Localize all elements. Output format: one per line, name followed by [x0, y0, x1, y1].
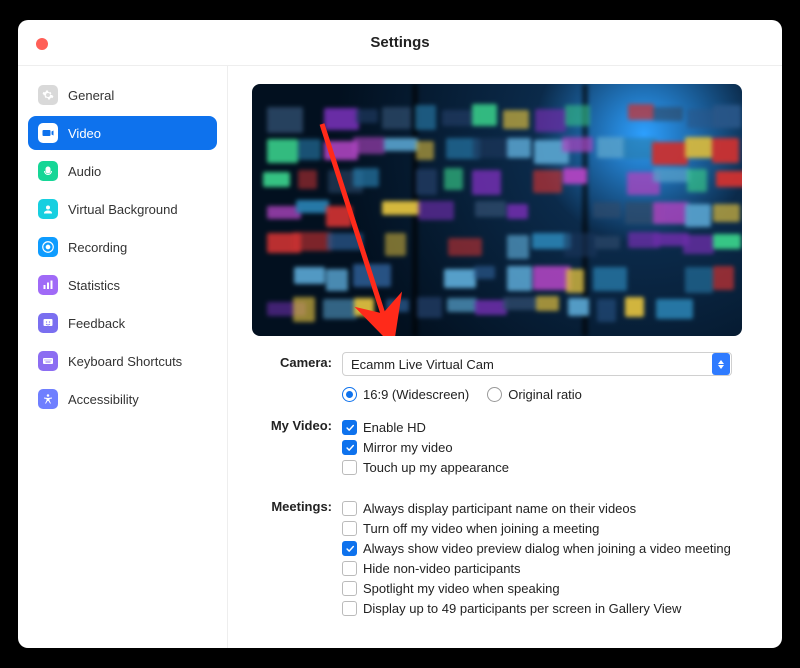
meetings-row: Meetings: Always display participant nam…	[252, 496, 758, 621]
camera-select[interactable]: Ecamm Live Virtual Cam	[342, 352, 732, 376]
option-label: Turn off my video when joining a meeting	[363, 521, 599, 536]
checkbox-icon	[342, 420, 357, 435]
sidebar-item-video[interactable]: Video	[28, 116, 217, 150]
option-label: Touch up my appearance	[363, 460, 509, 475]
gear-icon	[38, 85, 58, 105]
feedback-icon	[38, 313, 58, 333]
recording-icon	[38, 237, 58, 257]
sidebar-item-keyboard[interactable]: Keyboard Shortcuts	[28, 344, 217, 378]
checkbox-icon	[342, 460, 357, 475]
meetings-option-0[interactable]: Always display participant name on their…	[342, 501, 758, 516]
checkbox-icon	[342, 541, 357, 556]
option-label: Enable HD	[363, 420, 426, 435]
accessibility-icon	[38, 389, 58, 409]
checkbox-icon	[342, 581, 357, 596]
checkbox-icon	[342, 561, 357, 576]
meetings-option-4[interactable]: Spotlight my video when speaking	[342, 581, 758, 596]
meetings-option-1[interactable]: Turn off my video when joining a meeting	[342, 521, 758, 536]
checkbox-icon	[342, 440, 357, 455]
sidebar: General Video Audio Virtual Background Recor…	[18, 66, 228, 648]
sidebar-item-label: Keyboard Shortcuts	[68, 354, 182, 369]
sidebar-item-accessibility[interactable]: Accessibility	[28, 382, 217, 416]
checkbox-icon	[342, 501, 357, 516]
my-video-label: My Video:	[252, 415, 342, 433]
radio-icon	[487, 387, 502, 402]
sidebar-item-label: Statistics	[68, 278, 120, 293]
select-arrows-icon	[712, 353, 730, 375]
virtual-bg-icon	[38, 199, 58, 219]
sidebar-item-audio[interactable]: Audio	[28, 154, 217, 188]
my-video-row: My Video: Enable HD Mirror my video Touch …	[252, 415, 758, 480]
checkbox-icon	[342, 601, 357, 616]
meetings-option-2[interactable]: Always show video preview dialog when jo…	[342, 541, 758, 556]
camera-row: Camera: Ecamm Live Virtual Cam 16:9 (Wid…	[252, 352, 758, 409]
option-label: Always show video preview dialog when jo…	[363, 541, 731, 556]
meetings-option-3[interactable]: Hide non-video participants	[342, 561, 758, 576]
close-window-button[interactable]	[36, 38, 48, 50]
keyboard-icon	[38, 351, 58, 371]
ratio-widescreen-label: 16:9 (Widescreen)	[363, 387, 469, 402]
myvideo-option-0[interactable]: Enable HD	[342, 420, 758, 435]
camera-select-value: Ecamm Live Virtual Cam	[351, 357, 494, 372]
ratio-widescreen-radio[interactable]: 16:9 (Widescreen)	[342, 387, 469, 402]
sidebar-item-label: Feedback	[68, 316, 125, 331]
sidebar-item-gear[interactable]: General	[28, 78, 217, 112]
ratio-original-label: Original ratio	[508, 387, 582, 402]
settings-window: Settings General Video Audio Virtual Backgr…	[18, 20, 782, 648]
window-title: Settings	[370, 34, 429, 51]
audio-icon	[38, 161, 58, 181]
titlebar: Settings	[18, 20, 782, 66]
meetings-label: Meetings:	[252, 496, 342, 514]
sidebar-item-label: Accessibility	[68, 392, 139, 407]
option-label: Mirror my video	[363, 440, 453, 455]
sidebar-item-virtual-bg[interactable]: Virtual Background	[28, 192, 217, 226]
checkbox-icon	[342, 521, 357, 536]
myvideo-option-2[interactable]: Touch up my appearance	[342, 460, 758, 475]
myvideo-option-1[interactable]: Mirror my video	[342, 440, 758, 455]
window-body: General Video Audio Virtual Background Recor…	[18, 66, 782, 648]
option-label: Hide non-video participants	[363, 561, 521, 576]
sidebar-item-recording[interactable]: Recording	[28, 230, 217, 264]
content-panel: Camera: Ecamm Live Virtual Cam 16:9 (Wid…	[228, 66, 782, 648]
sidebar-item-label: Video	[68, 126, 101, 141]
option-label: Display up to 49 participants per screen…	[363, 601, 681, 616]
radio-icon	[342, 387, 357, 402]
statistics-icon	[38, 275, 58, 295]
sidebar-item-label: Audio	[68, 164, 101, 179]
sidebar-item-label: Recording	[68, 240, 127, 255]
ratio-original-radio[interactable]: Original ratio	[487, 387, 582, 402]
aspect-ratio-group: 16:9 (Widescreen) Original ratio	[342, 382, 758, 407]
video-preview	[252, 84, 742, 336]
option-label: Always display participant name on their…	[363, 501, 636, 516]
sidebar-item-feedback[interactable]: Feedback	[28, 306, 217, 340]
sidebar-item-statistics[interactable]: Statistics	[28, 268, 217, 302]
option-label: Spotlight my video when speaking	[363, 581, 560, 596]
meetings-option-5[interactable]: Display up to 49 participants per screen…	[342, 601, 758, 616]
video-icon	[38, 123, 58, 143]
sidebar-item-label: General	[68, 88, 114, 103]
sidebar-item-label: Virtual Background	[68, 202, 178, 217]
camera-label: Camera:	[252, 352, 342, 370]
